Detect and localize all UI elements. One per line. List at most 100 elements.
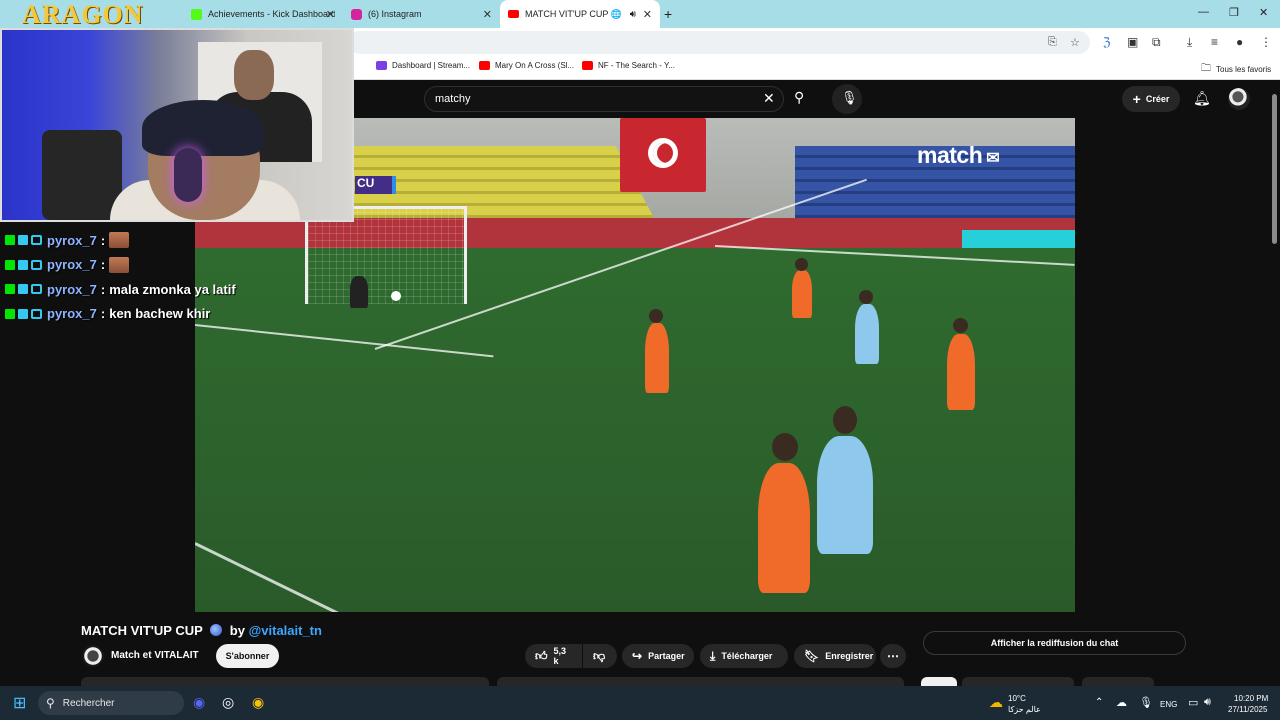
windows-taskbar: ⊞ ⚲ Rechercher ◉ ◎ ◉ ☁ 10°C عالم حزكا ⌃ … xyxy=(0,686,1280,720)
weather-icon[interactable]: ☁ xyxy=(989,694,1003,711)
subscriber-badge-icon xyxy=(18,235,28,246)
download-button[interactable]: ⤓ Télécharger xyxy=(700,644,788,668)
notifications-bell-icon[interactable]: 🔔︎ xyxy=(1193,90,1211,107)
chat-separator: : xyxy=(100,281,106,297)
share-arrow-icon: ↪ xyxy=(632,649,643,663)
all-bookmarks[interactable]: 🗀 Tous les favoris xyxy=(1201,61,1271,78)
chrome-icon[interactable]: ◉ xyxy=(252,694,264,711)
weather-text: عالم حزكا xyxy=(1008,705,1041,714)
stream-chat-overlay: pyrox_7: pyrox_7: pyrox_7: mala zmonka y… xyxy=(0,228,260,326)
volume-icon[interactable]: 🔊︎ xyxy=(1204,696,1211,709)
download-icon: ⤓ xyxy=(710,648,716,663)
player-orange xyxy=(947,318,975,410)
share-button[interactable]: ↪ Partager xyxy=(622,644,694,668)
chat-username: pyrox_7 xyxy=(47,281,97,297)
bookmark-nf-the-search[interactable]: NF - The Search - Y... xyxy=(582,61,675,70)
save-button[interactable]: 🔖︎ Enregistrer xyxy=(794,644,876,668)
language-indicator[interactable]: ENG xyxy=(1160,700,1177,709)
mic-icon[interactable]: 🎙︎ xyxy=(1139,696,1153,709)
webcam-overlay xyxy=(0,28,354,222)
show-chat-replay-button[interactable]: Afficher la rediffusion du chat xyxy=(923,631,1186,655)
player-orange xyxy=(645,309,669,393)
page-scrollbar[interactable] xyxy=(1270,80,1280,686)
player-head xyxy=(833,406,857,434)
like-count: 5,3 k xyxy=(553,646,567,666)
new-tab-icon[interactable]: + xyxy=(664,6,672,22)
pitch-line xyxy=(195,542,421,612)
share-label: Partager xyxy=(648,651,685,661)
more-menu-icon[interactable]: ⋮ xyxy=(1260,35,1272,49)
puzzle-icon[interactable]: ⧉ xyxy=(1152,35,1161,50)
verified-badge-icon xyxy=(31,235,42,246)
install-app-icon[interactable]: ⎘ xyxy=(1048,36,1057,49)
profile-icon[interactable]: ● xyxy=(1236,35,1243,49)
like-button[interactable]: 👍︎ 5,3 k xyxy=(525,644,582,668)
account-avatar[interactable] xyxy=(1228,88,1250,110)
bookmark-star-icon[interactable]: ☆ xyxy=(1070,36,1080,49)
search-input[interactable]: matchy xyxy=(435,93,470,105)
clock-time[interactable]: 10:20 PM xyxy=(1234,694,1268,703)
video-info: MATCH VIT'UP CUP by @vitalait_tn Match e… xyxy=(0,612,1280,689)
close-icon[interactable]: ✕ xyxy=(1259,6,1268,19)
close-tab-icon[interactable]: ✕ xyxy=(483,8,492,21)
verified-badge-icon xyxy=(31,259,42,270)
channel-avatar[interactable] xyxy=(82,645,104,667)
tab-youtube-active[interactable]: MATCH VIT'UP CUP 🌐 by 🔊︎ ✕ xyxy=(500,0,660,28)
bookmark-label: NF - The Search - Y... xyxy=(598,61,675,70)
extension-icon[interactable]: ▣ xyxy=(1127,35,1138,49)
cloud-icon[interactable]: ☁ xyxy=(1116,696,1127,709)
search-icon[interactable]: ⚲ xyxy=(794,89,804,106)
chat-username: pyrox_7 xyxy=(47,257,97,273)
bookmark-dashboard[interactable]: Dashboard | Stream... xyxy=(376,61,470,70)
search-box[interactable]: matchy xyxy=(424,86,784,112)
create-button[interactable]: + Créer xyxy=(1122,86,1180,112)
youtube-icon xyxy=(508,10,519,18)
kick-badge-icon xyxy=(5,284,15,295)
subscriber-badge-icon xyxy=(18,308,28,319)
tab-instagram[interactable]: (6) Instagram ✕ xyxy=(343,0,500,28)
tab-title: MATCH VIT'UP CUP 🌐 by xyxy=(525,8,625,19)
minimize-icon[interactable]: — xyxy=(1198,6,1209,18)
chat-message: pyrox_7: mala zmonka ya latif xyxy=(0,277,260,302)
taskbar-search[interactable]: ⚲ Rechercher xyxy=(38,691,184,715)
restore-icon[interactable]: ❐ xyxy=(1229,6,1239,19)
bookmark-mary-on-a-cross[interactable]: Mary On A Cross (Sl... xyxy=(479,61,574,70)
channel-name[interactable]: Match et VITALAIT xyxy=(111,650,199,661)
player-blue xyxy=(855,290,879,364)
download-label: Télécharger xyxy=(721,651,773,661)
all-bookmarks-label: Tous les favoris xyxy=(1216,65,1272,74)
network-icon[interactable]: ▭ xyxy=(1188,696,1198,709)
streamlabs-icon xyxy=(376,61,387,70)
clock-date[interactable]: 27/11/2025 xyxy=(1228,705,1267,714)
pitch-line xyxy=(195,324,494,358)
chat-username: pyrox_7 xyxy=(47,232,97,248)
folder-icon: 🗀 xyxy=(1201,63,1211,74)
tab-kick-dashboard[interactable]: Achievements - Kick Dashboard ✕ xyxy=(183,0,343,28)
download-icon[interactable]: ⤓ xyxy=(1187,35,1192,50)
screen: Achievements - Kick Dashboard ✕ (6) Inst… xyxy=(0,0,1280,720)
bookmark-label: Mary On A Cross (Sl... xyxy=(495,61,575,70)
scrollbar-thumb[interactable] xyxy=(1272,94,1277,244)
chevron-up-icon[interactable]: ⌃ xyxy=(1095,697,1103,708)
voice-search-button[interactable]: 🎙︎ xyxy=(832,84,862,114)
translate-extension-icon[interactable]: ℨ xyxy=(1103,35,1110,49)
emote-icon xyxy=(109,232,130,249)
close-tab-icon[interactable]: ✕ xyxy=(326,8,335,21)
kick-badge-icon xyxy=(5,308,15,319)
more-actions-button[interactable]: ⋯ xyxy=(880,644,906,668)
media-icon[interactable]: ≡ xyxy=(1211,35,1218,49)
address-bar[interactable]: ⎘ ☆ xyxy=(348,31,1090,54)
subscribe-button[interactable]: S'abonner xyxy=(216,644,279,668)
dislike-button[interactable]: 👎︎ xyxy=(583,644,617,668)
subscriber-badge-icon xyxy=(18,284,28,295)
chat-message: pyrox_7: xyxy=(0,228,260,253)
taskbar-search-label: Rechercher xyxy=(62,697,115,709)
discord-icon[interactable]: ◉ xyxy=(193,694,205,711)
close-tab-icon[interactable]: ✕ xyxy=(643,8,652,21)
app-icon[interactable]: ◎ xyxy=(222,694,234,711)
windows-start-icon[interactable]: ⊞ xyxy=(13,693,26,713)
clear-search-icon[interactable]: ✕ xyxy=(763,90,775,107)
title-handle-link[interactable]: @vitalait_tn xyxy=(249,623,322,638)
flag-crescent xyxy=(653,143,673,163)
speaker-icon[interactable]: 🔊︎ xyxy=(630,9,636,20)
